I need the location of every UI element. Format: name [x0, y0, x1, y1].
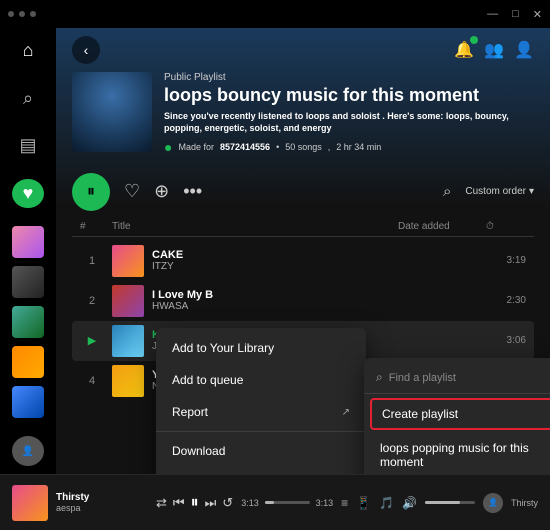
- menu-item-exclude-taste[interactable]: Exclude from your taste profile: [156, 467, 366, 474]
- total-time: 3:13: [316, 498, 334, 508]
- sidebar: ⌂ ⌕ ▤ ♥ 👤: [0, 28, 56, 474]
- maximize-button[interactable]: □: [512, 8, 519, 20]
- menu-label: Download: [172, 444, 225, 458]
- submenu-item-label: Create playlist: [382, 407, 458, 421]
- sidebar-avatar[interactable]: 👤: [12, 436, 44, 466]
- progress-track[interactable]: [265, 501, 310, 504]
- devices-icon[interactable]: 📱: [356, 496, 371, 510]
- menu-label: Report: [172, 405, 208, 419]
- minimize-button[interactable]: —: [487, 8, 498, 20]
- submenu-item-loops-popping[interactable]: loops popping music for this moment: [364, 432, 550, 474]
- now-playing-title: Thirsty: [56, 492, 148, 503]
- submenu: ⌕ Create playlist loops popping music fo…: [364, 358, 550, 474]
- context-menu-overlay: Add to Your Library Add to queue Report …: [56, 28, 550, 474]
- sidebar-item-search[interactable]: ⌕: [12, 84, 44, 114]
- sidebar-playlist-4[interactable]: [12, 346, 44, 378]
- menu-item-download[interactable]: Download: [156, 435, 366, 467]
- player-avatar: 👤: [483, 493, 503, 513]
- main-content: ‹ 🔔 👥 👤 Public Playlist loops bouncy mus…: [56, 28, 550, 474]
- now-playing-artist: aespa: [56, 503, 148, 513]
- submenu-item-label: loops popping music for this moment: [380, 441, 550, 469]
- progress-bar-container: 3:13 3:13: [241, 498, 333, 508]
- sidebar-playlist-2[interactable]: [12, 266, 44, 298]
- external-link-icon: ↗: [342, 407, 350, 418]
- titlebar-dot: [8, 11, 14, 17]
- lyrics-icon[interactable]: 🎵: [379, 496, 394, 510]
- sidebar-playlist-3[interactable]: [12, 306, 44, 338]
- bottom-player: Thirsty aespa ⇄ ⏮ ⏸ ⏭ ↺ 3:13 3:13 ≡ 📱 🎵 …: [0, 474, 550, 530]
- now-playing-info: Thirsty aespa: [56, 492, 148, 513]
- now-playing-thumbnail: [12, 485, 48, 521]
- player-user-name: Thirsty: [511, 498, 538, 508]
- menu-item-add-queue[interactable]: Add to queue: [156, 364, 366, 396]
- progress-fill: [265, 501, 274, 504]
- shuffle-button[interactable]: ⇄: [156, 495, 167, 511]
- player-controls: ⇄ ⏮ ⏸ ⏭ ↺: [156, 494, 233, 512]
- menu-item-report[interactable]: Report ↗: [156, 396, 366, 428]
- app-layout: ⌂ ⌕ ▤ ♥ 👤 ‹ 🔔 👥 👤: [0, 28, 550, 474]
- volume-icon[interactable]: 🔊: [402, 496, 417, 510]
- submenu-item-create[interactable]: Create playlist: [370, 398, 550, 430]
- volume-fill: [425, 501, 460, 504]
- repeat-button[interactable]: ↺: [222, 495, 233, 511]
- sidebar-playlist-1[interactable]: [12, 226, 44, 258]
- menu-label: Add to Your Library: [172, 341, 274, 355]
- sidebar-item-heart[interactable]: ♥: [12, 179, 44, 209]
- menu-item-add-library[interactable]: Add to Your Library: [156, 332, 366, 364]
- sidebar-playlist-5[interactable]: [12, 386, 44, 418]
- titlebar-dot: [19, 11, 25, 17]
- sidebar-item-library[interactable]: ▤: [12, 131, 44, 161]
- close-button[interactable]: ✕: [533, 8, 542, 21]
- volume-bar[interactable]: [425, 501, 475, 504]
- titlebar-controls: — □ ✕: [487, 8, 542, 21]
- titlebar: — □ ✕: [0, 0, 550, 28]
- next-button[interactable]: ⏭: [205, 495, 217, 511]
- menu-label: Add to queue: [172, 373, 243, 387]
- menu-divider: [156, 431, 366, 432]
- sidebar-item-home[interactable]: ⌂: [12, 36, 44, 66]
- queue-icon[interactable]: ≡: [341, 496, 348, 510]
- player-play-button[interactable]: ⏸: [191, 494, 199, 512]
- titlebar-dot: [30, 11, 36, 17]
- titlebar-dots: [8, 11, 36, 17]
- context-menu: Add to Your Library Add to queue Report …: [156, 328, 366, 474]
- prev-button[interactable]: ⏮: [173, 495, 185, 511]
- submenu-search-container: ⌕: [364, 366, 550, 394]
- current-time: 3:13: [241, 498, 259, 508]
- submenu-search-input[interactable]: [389, 372, 550, 384]
- sidebar-playlists: [12, 226, 44, 418]
- player-right: ≡ 📱 🎵 🔊 👤 Thirsty: [341, 493, 538, 513]
- search-icon: ⌕: [376, 370, 383, 385]
